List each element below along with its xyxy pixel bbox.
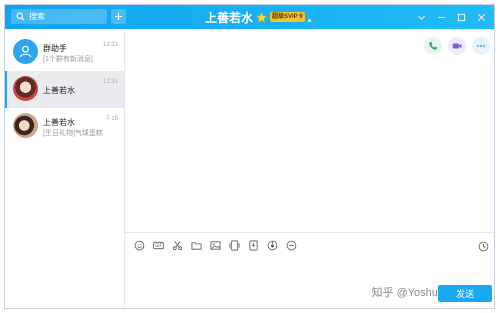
emoji-button[interactable] <box>133 239 145 251</box>
emoji-icon <box>134 240 144 250</box>
file-transfer-button[interactable] <box>247 239 259 251</box>
search-input[interactable]: 搜索 <box>11 9 107 24</box>
maximize-icon <box>457 13 465 21</box>
contact-name: 上善若水 <box>205 10 254 25</box>
red-packet-button[interactable] <box>266 239 278 251</box>
chat-actions <box>418 37 490 55</box>
more-tools-button[interactable] <box>285 239 297 251</box>
conversation-time: 12:31 <box>102 42 118 48</box>
conversation-list: 群助手 [1个群有新消息] 12:31 上善若水 12:31 上善若水 [生日礼… <box>5 29 125 308</box>
screenshot-button[interactable] <box>171 239 183 251</box>
file-transfer-icon <box>248 240 258 250</box>
plus-icon <box>114 12 123 21</box>
video-call-button[interactable] <box>448 37 466 55</box>
conversation-preview: [生日礼物]气球蛋糕 <box>43 130 103 137</box>
conversation-preview: [1个群有新消息] <box>43 56 93 63</box>
gif-icon: GIF <box>152 241 164 249</box>
conversation-name: 群助手 <box>43 44 67 53</box>
close-icon <box>477 13 485 21</box>
conversation-time: 7-15 <box>105 116 118 122</box>
more-dots-icon <box>477 45 485 47</box>
vip-badge: 超级SVIP 9 <box>270 12 305 22</box>
search-icon <box>16 12 25 21</box>
conversation-item[interactable]: 上善若水 [生日礼物]气球蛋糕 7-15 <box>5 108 124 145</box>
add-button[interactable] <box>111 9 126 24</box>
phone-icon <box>429 42 437 50</box>
dropdown-button[interactable] <box>412 5 430 29</box>
conversation-name: 上善若水 <box>43 118 75 127</box>
star-icon <box>256 11 268 23</box>
watermark: 知乎 @Yoshua <box>371 287 444 299</box>
scissors-icon <box>172 240 182 250</box>
minimize-icon <box>437 16 445 18</box>
conversation-name: 上善若水 <box>43 86 75 95</box>
gif-button[interactable]: GIF <box>152 239 164 251</box>
chat-title: 上善若水 超级SVIP 9 <box>205 5 311 29</box>
status-dot <box>307 18 311 22</box>
qq-chat-window: 搜索 上善若水 超级SVIP 9 群助手 [1个群有新消息] 12:31 上善若… <box>4 4 495 309</box>
message-input-area[interactable]: GIF 知乎 @Yoshua 发送 <box>125 232 494 308</box>
image-icon <box>210 240 220 250</box>
maximize-button[interactable] <box>452 5 470 29</box>
conversation-item-active[interactable]: 上善若水 12:31 <box>5 71 124 108</box>
chevron-down-icon <box>417 15 425 20</box>
voice-call-button[interactable] <box>424 37 442 55</box>
clock-icon <box>478 241 489 252</box>
more-circle-icon <box>286 240 296 250</box>
file-button[interactable] <box>190 239 202 251</box>
send-button[interactable]: 发送 <box>438 285 492 302</box>
folder-icon <box>191 241 201 250</box>
minimize-button[interactable] <box>432 5 450 29</box>
svg-text:GIF: GIF <box>155 243 162 248</box>
more-button[interactable] <box>472 37 490 55</box>
screen-record-icon <box>229 240 239 250</box>
screen-record-button[interactable] <box>228 239 240 251</box>
chat-panel: GIF 知乎 @Yoshua 发送 <box>125 29 494 308</box>
conversation-item[interactable]: 群助手 [1个群有新消息] 12:31 <box>5 34 124 71</box>
history-button[interactable] <box>478 239 490 252</box>
avatar <box>13 113 38 138</box>
red-packet-icon <box>267 240 277 250</box>
search-placeholder: 搜索 <box>29 12 45 21</box>
close-button[interactable] <box>472 5 490 29</box>
group-helper-icon <box>13 39 38 64</box>
input-toolbar: GIF <box>133 239 304 251</box>
window-controls <box>410 5 490 29</box>
title-bar: 搜索 上善若水 超级SVIP 9 <box>5 5 494 29</box>
image-button[interactable] <box>209 239 221 251</box>
conversation-time: 12:31 <box>102 79 118 85</box>
avatar <box>13 76 38 101</box>
video-camera-icon <box>452 43 462 49</box>
